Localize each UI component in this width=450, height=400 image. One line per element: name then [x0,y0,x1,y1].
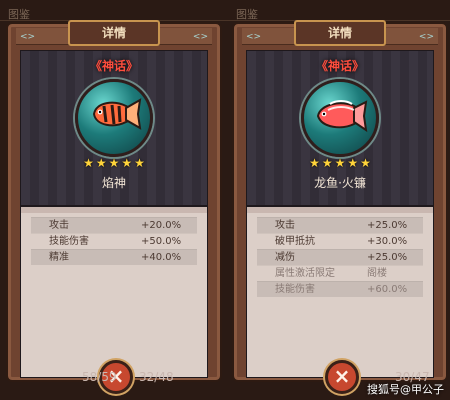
stat-name: 精准 [49,252,69,263]
stat-row: 减伤 +25.0% [257,249,423,265]
star-icon: ★ [347,156,359,170]
stat-name: 属性激活限定 [275,268,335,279]
stats-area-header [247,207,433,213]
stats-area: 攻击 +20.0% 技能伤害 +50.0% 精准 +40.0% [20,206,208,378]
fish-icon [316,100,368,133]
fish-outline-icon: <> [246,32,262,42]
star-rating: ★ ★ ★ ★ ★ [309,157,371,169]
star-icon: ★ [134,156,145,170]
stat-row: 属性激活限定 阁楼 [257,265,423,281]
star-icon: ★ [108,156,120,170]
fish-preview-area: 《神话》 ★ ★ ★ ★ ★ 焰神 [20,50,208,206]
star-icon: ★ [334,156,346,170]
stat-name: 技能伤害 [275,284,315,295]
star-icon: ★ [95,156,107,170]
stat-value: +40.0% [141,252,182,263]
background-count-2: 32/48 [139,370,174,384]
star-icon: ★ [83,156,94,170]
stat-name: 技能伤害 [49,236,89,247]
stat-value: 阁楼 [367,268,387,279]
stat-name: 攻击 [49,220,69,231]
stat-row: 技能伤害 +60.0% [257,281,423,297]
star-icon: ★ [309,156,320,170]
tab-details: 详情 [68,20,160,46]
fish-outline-icon: <> [192,32,208,42]
stat-row: 攻击 +20.0% [31,217,197,233]
rarity-label: 《神话》 [89,59,139,73]
watermark: 搜狐号@甲公子 [367,383,444,396]
stat-value: +20.0% [141,220,182,231]
fish-detail-panel-left: <> <> 详情 《神话》 ★ ★ ★ ★ ★ 焰神 攻击 +20.0% 技能伤… [6,20,222,382]
star-icon: ★ [121,156,133,170]
fish-outline-icon: <> [418,32,434,42]
stat-value: +50.0% [141,236,182,247]
fish-preview-area: 《神话》 ★ ★ ★ ★ ★ 龙鱼·火镰 [246,50,434,206]
stat-row: 技能伤害 +50.0% [31,233,197,249]
fish-bubble [75,79,153,157]
star-rating: ★ ★ ★ ★ ★ [83,157,145,169]
stat-name: 攻击 [275,220,295,231]
stats-area-header [21,207,207,213]
stat-value: +30.0% [367,236,408,247]
stat-value: +25.0% [367,220,408,231]
fish-detail-panel-right: <> <> 详情 《神话》 ★ ★ ★ ★ ★ 龙鱼·火镰 攻击 +25.0% … [232,20,448,382]
stats-list: 攻击 +25.0% 破甲抵抗 +30.0% 减伤 +25.0% 属性激活限定 阁… [257,217,423,297]
tab-details: 详情 [294,20,386,46]
star-icon: ★ [321,156,333,170]
stats-list: 攻击 +20.0% 技能伤害 +50.0% 精准 +40.0% [31,217,197,265]
stats-area: 攻击 +25.0% 破甲抵抗 +30.0% 减伤 +25.0% 属性激活限定 阁… [246,206,434,378]
stat-name: 减伤 [275,252,295,263]
background-count-1: 58/59 [82,370,117,384]
fish-outline-icon: <> [20,32,36,42]
star-icon: ★ [360,156,371,170]
stat-value: +25.0% [367,252,408,263]
stat-row: 破甲抵抗 +30.0% [257,233,423,249]
fish-icon [92,98,142,130]
fish-name: 焰神 [101,176,126,190]
stat-name: 破甲抵抗 [275,236,315,247]
rarity-label: 《神话》 [315,59,365,73]
fish-bubble [301,79,379,157]
fish-name: 龙鱼·火镰 [314,176,366,190]
stat-row: 精准 +40.0% [31,249,197,265]
stat-value: +60.0% [367,284,408,295]
close-icon: × [333,364,351,388]
stat-row: 攻击 +25.0% [257,217,423,233]
close-button[interactable]: × [325,360,359,394]
